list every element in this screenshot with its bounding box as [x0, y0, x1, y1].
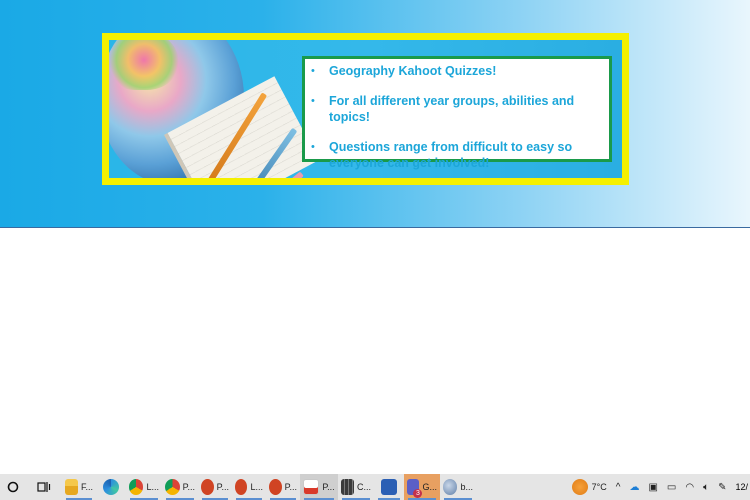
taskbar-app-label: F...	[80, 482, 93, 492]
bullet-text-3: Questions range from difficult to easy s…	[329, 140, 573, 170]
word-icon	[381, 479, 397, 495]
taskbar-app-label: L...	[250, 482, 263, 492]
taskbar-app-chrome-1[interactable]: L...	[126, 474, 162, 500]
bullet-glyph: •	[311, 65, 315, 77]
powerpoint-icon	[235, 479, 248, 495]
task-view-icon	[37, 482, 51, 492]
edge-icon	[103, 479, 119, 495]
battery-icon[interactable]: ▭	[667, 482, 676, 493]
chevron-up-icon[interactable]: ^	[616, 482, 621, 493]
taskbar-app-browser[interactable]: b...	[440, 474, 476, 500]
system-tray: 7°C ^ ☁ ▣ ▭ ◠ 🔈︎ ✎ 12/	[571, 474, 750, 500]
taskbar-app-label: G...	[422, 482, 437, 492]
bullet-item: • Geography Kahoot Quizzes!	[311, 63, 601, 79]
cortana-circle-icon	[7, 481, 19, 493]
pdf-icon	[303, 479, 320, 495]
taskbar-app-label: P...	[284, 482, 297, 492]
file-explorer-icon	[65, 479, 78, 495]
powerpoint-icon	[201, 479, 214, 495]
bullet-glyph: •	[311, 95, 315, 107]
banner-image: • Geography Kahoot Quizzes! • For all di…	[109, 40, 622, 178]
task-view-button[interactable]	[26, 474, 62, 500]
teams-icon: 3	[407, 479, 423, 498]
bullet-item: • For all different year groups, abiliti…	[311, 93, 601, 125]
bullet-glyph: •	[311, 141, 315, 153]
powerpoint-icon	[269, 479, 282, 495]
taskbar-app-chrome-2[interactable]: P...	[162, 474, 198, 500]
onedrive-icon[interactable]: ☁	[629, 482, 639, 493]
notification-badge: 3	[413, 489, 423, 498]
bullet-text-1: Geography Kahoot Quizzes!	[329, 64, 497, 78]
taskbar-app-label: P...	[216, 482, 229, 492]
calculator-icon	[341, 479, 354, 495]
taskbar-app-label: b...	[460, 482, 473, 492]
taskbar-app-label: C...	[356, 482, 371, 492]
banner-frame: • Geography Kahoot Quizzes! • For all di…	[102, 33, 629, 185]
taskbar-app-teams[interactable]: 3 G...	[404, 474, 440, 500]
taskbar-app-label: P...	[182, 482, 195, 492]
taskbar-app-edge[interactable]	[96, 474, 126, 500]
weather-widget[interactable]: 7°C	[571, 474, 607, 500]
wifi-icon[interactable]: ◠	[685, 482, 694, 493]
taskbar-app-powerpoint-3[interactable]: P...	[266, 474, 300, 500]
taskbar-app-file-explorer[interactable]: F...	[62, 474, 96, 500]
bullet-text-2: For all different year groups, abilities…	[329, 94, 575, 124]
volume-icon[interactable]: 🔈︎	[703, 482, 709, 493]
taskbar-app-word[interactable]	[374, 474, 404, 500]
weather-temperature: 7°C	[591, 482, 607, 492]
cortana-button[interactable]	[0, 474, 26, 500]
meet-now-icon[interactable]: ▣	[648, 482, 657, 493]
taskbar-app-label: L...	[146, 482, 159, 492]
pen-icon[interactable]: ✎	[718, 482, 726, 493]
taskbar-app-label: P...	[322, 482, 335, 492]
chrome-icon	[165, 479, 180, 495]
taskbar-app-pdf[interactable]: P...	[300, 474, 338, 500]
chrome-icon	[129, 479, 144, 495]
clock[interactable]: 12/	[735, 482, 748, 492]
bullet-item: • Questions range from difficult to easy…	[311, 139, 601, 171]
slide-banner-background: • Geography Kahoot Quizzes! • For all di…	[0, 0, 750, 228]
browser-icon	[443, 479, 458, 495]
taskbar: F... L... P... P... L... P... P... C... …	[0, 474, 750, 500]
taskbar-app-powerpoint-2[interactable]: L...	[232, 474, 266, 500]
taskbar-app-calculator[interactable]: C...	[338, 474, 374, 500]
taskbar-app-powerpoint-1[interactable]: P...	[198, 474, 232, 500]
weather-sun-icon	[571, 479, 588, 495]
banner-textbox: • Geography Kahoot Quizzes! • For all di…	[302, 56, 612, 170]
